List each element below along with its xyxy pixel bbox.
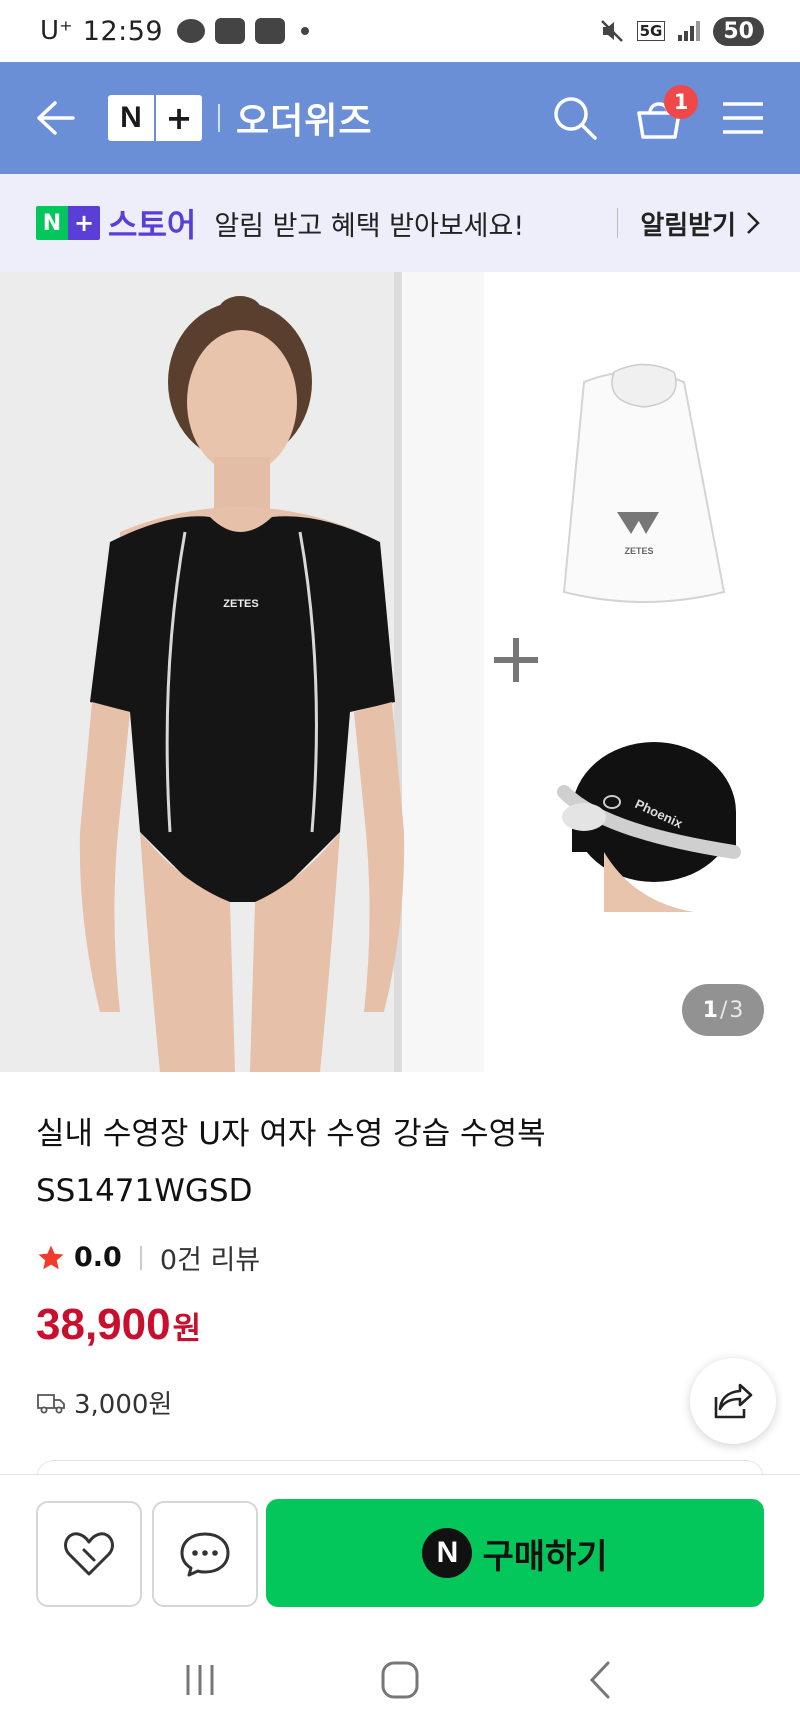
chat-bubble-icon <box>180 1532 230 1577</box>
nplus-store-mark: N + <box>36 206 100 240</box>
share-icon <box>714 1383 753 1419</box>
system-navigation-bar <box>0 1626 800 1734</box>
bag-logo-text: ZETES <box>624 546 653 556</box>
talk-notification-icon <box>177 19 206 43</box>
product-title-line2: SS1471WGSD <box>36 1173 253 1209</box>
cart-count-badge: 1 <box>664 85 698 119</box>
nplus-store-logo: N + 스토어 <box>36 200 196 246</box>
arrow-left-icon <box>37 101 75 135</box>
status-bar: U⁺ 12:59 5G 50 <box>0 0 800 62</box>
review-count-link[interactable]: 0건 리뷰 <box>160 1238 260 1277</box>
product-price: 38,900 원 <box>36 1300 201 1350</box>
talktalk-chat-button[interactable] <box>152 1501 258 1607</box>
store-plus-mark: + <box>68 206 100 240</box>
rating-score: 0.0 <box>74 1242 122 1273</box>
price-value: 38,900 <box>36 1300 171 1349</box>
purchase-action-bar: N 구매하기 <box>0 1474 800 1626</box>
page-separator: / <box>719 997 728 1023</box>
model-in-swimsuit-image: ZETES <box>0 272 484 1072</box>
plus-mark: + <box>165 99 193 137</box>
chevron-right-icon <box>747 212 760 234</box>
chevron-left-icon <box>589 1661 610 1699</box>
heart-icon <box>64 1532 114 1576</box>
product-photo-model[interactable]: ZETES <box>0 272 484 1072</box>
swimsuit-logo-text: ZETES <box>223 598 258 610</box>
more-notifications-dot-icon <box>301 27 310 35</box>
truck-icon <box>37 1393 65 1413</box>
carrier-label: U⁺ <box>40 16 73 46</box>
product-title: 실내 수영장 U자 여자 수영 강습 수영복 SS1471WGSD <box>36 1106 676 1220</box>
menu-button[interactable] <box>716 91 770 145</box>
banner-message: 알림 받고 혜택 받아보세요! <box>214 210 525 242</box>
product-rating[interactable]: 0.0 0건 리뷰 <box>36 1238 260 1277</box>
hamburger-menu-icon <box>723 102 763 134</box>
total-pages: 3 <box>729 997 744 1023</box>
system-back-button[interactable] <box>565 1645 635 1715</box>
naver-n-mark: N <box>120 101 142 134</box>
battery-indicator: 50 <box>713 16 764 46</box>
status-right: 5G 50 <box>599 16 764 46</box>
recent-apps-icon <box>186 1665 214 1695</box>
product-title-line1: 실내 수영장 U자 여자 수영 강습 수영복 <box>36 1116 546 1152</box>
search-icon <box>554 97 597 140</box>
network-type: 5G <box>636 21 666 41</box>
app-header: N + 오더위즈 1 <box>0 62 800 174</box>
share-button[interactable] <box>690 1358 776 1444</box>
status-time: 12:59 <box>82 15 164 47</box>
subscribe-notification-button[interactable]: 알림받기 <box>640 205 762 242</box>
cart-button[interactable]: 1 <box>632 85 698 145</box>
buy-now-button[interactable]: N 구매하기 <box>266 1499 764 1607</box>
header-actions: 1 <box>548 85 770 145</box>
mute-icon <box>600 20 623 42</box>
rating-divider <box>139 1245 142 1270</box>
price-unit: 원 <box>172 1311 202 1347</box>
buy-now-label: 구매하기 <box>482 1536 608 1577</box>
product-photo-accessories[interactable]: ZETES Phoenix <box>484 272 800 1072</box>
subscribe-label: 알림받기 <box>640 210 736 241</box>
star-icon <box>38 1245 64 1269</box>
accessories-image: ZETES Phoenix <box>494 363 741 912</box>
home-icon <box>381 1661 419 1699</box>
store-logo-text: 스토어 <box>108 206 197 244</box>
shipping-fee: 3,000원 <box>74 1390 173 1420</box>
back-button[interactable] <box>20 83 90 153</box>
screenshot-notification-icon <box>215 18 246 44</box>
naver-notification-icon <box>255 18 286 44</box>
notification-banner[interactable]: N + 스토어 알림 받고 혜택 받아보세요! 알림받기 <box>0 174 800 272</box>
notification-icons <box>177 18 310 44</box>
banner-divider <box>617 208 619 238</box>
naver-pay-n-icon: N <box>422 1528 473 1578</box>
wishlist-button[interactable] <box>36 1501 142 1607</box>
header-divider <box>218 104 220 132</box>
store-name[interactable]: 오더위즈 <box>236 92 372 144</box>
product-image-gallery[interactable]: ZETES ZETES Phoenix 1 / 3 <box>0 272 800 1072</box>
current-page: 1 <box>702 997 718 1023</box>
store-n-mark: N <box>36 206 68 240</box>
signal-icon <box>678 21 701 41</box>
naver-plus-logo[interactable]: N + <box>108 95 202 141</box>
image-page-indicator: 1 / 3 <box>682 984 764 1036</box>
home-button[interactable] <box>365 1645 435 1715</box>
search-button[interactable] <box>548 91 602 145</box>
recent-apps-button[interactable] <box>165 1645 235 1715</box>
shipping-info: 3,000원 <box>36 1384 172 1421</box>
